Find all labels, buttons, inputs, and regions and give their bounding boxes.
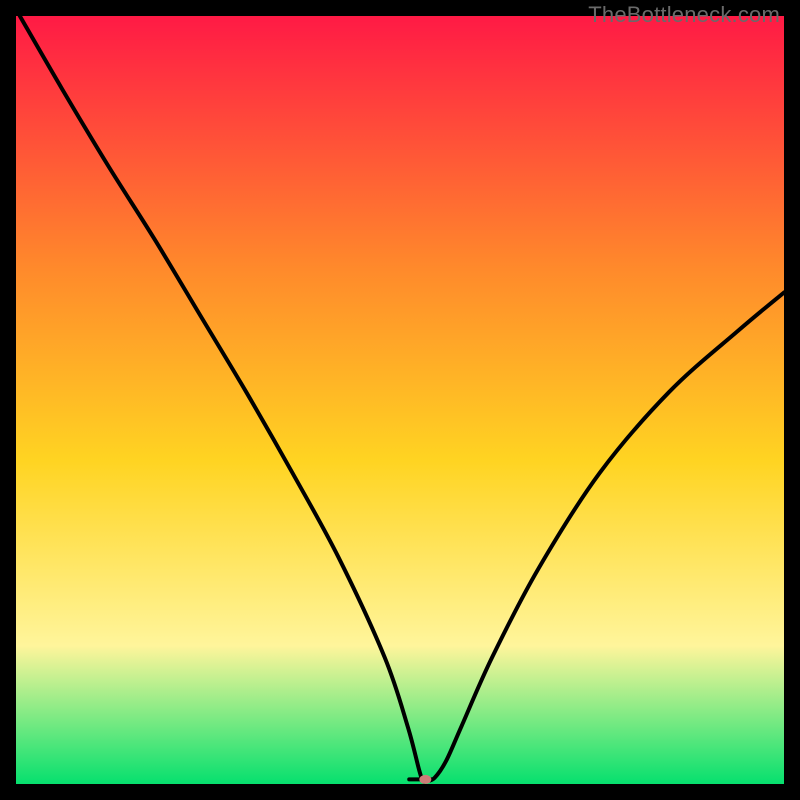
minimum-marker [419, 775, 431, 784]
chart-frame [16, 16, 784, 784]
watermark-text: TheBottleneck.com [588, 2, 780, 28]
gradient-background [16, 16, 784, 784]
bottleneck-chart [16, 16, 784, 784]
